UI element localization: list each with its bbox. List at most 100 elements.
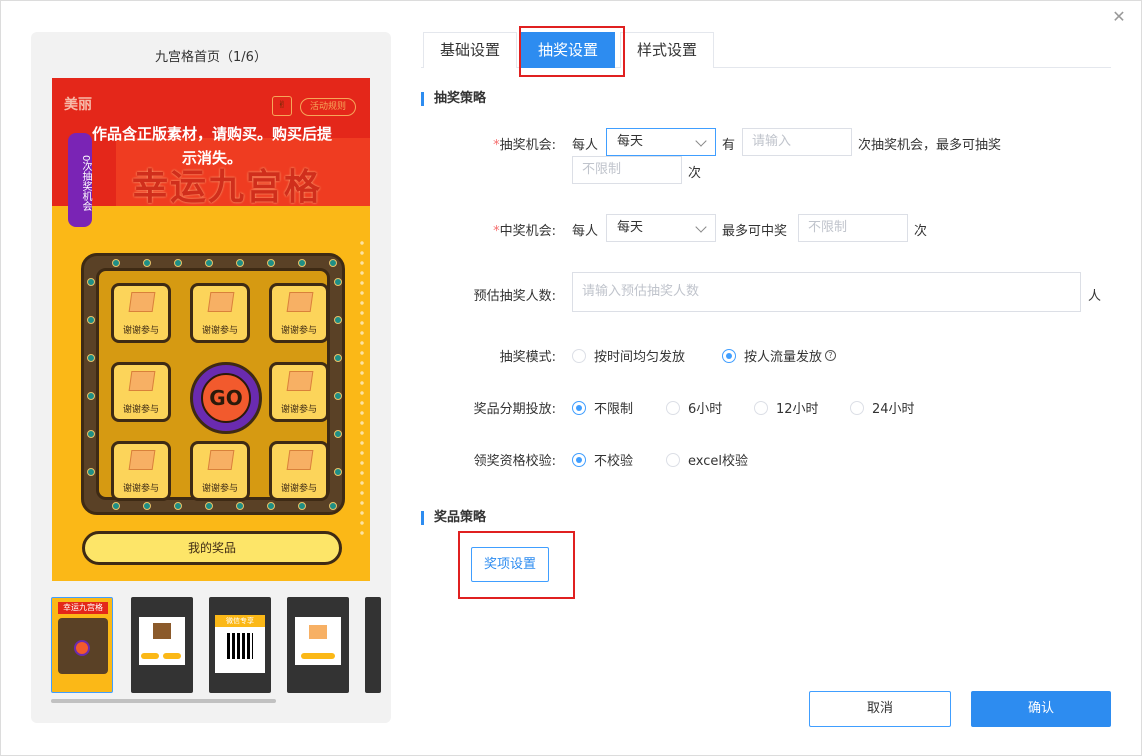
staging-option-label: 12小时 xyxy=(776,402,819,417)
prize-cell: 谢谢参与 xyxy=(111,362,171,422)
prize-cell: 谢谢参与 xyxy=(111,283,171,343)
qr-code-icon xyxy=(227,633,253,659)
estimate-input[interactable]: 请输入预估抽奖人数 xyxy=(572,272,1081,312)
mode-option-label: 按人流量发放 xyxy=(744,350,823,365)
thumbnail-5[interactable] xyxy=(365,597,381,693)
gift-box-icon xyxy=(207,292,235,312)
mode-label: 抽奖模式: xyxy=(499,350,556,365)
thumbnail-scrollbar[interactable] xyxy=(51,699,276,703)
staging-option-label: 不限制 xyxy=(594,402,634,417)
decorative-dots xyxy=(358,238,366,538)
win-label-text: 中奖机会: xyxy=(499,224,556,239)
win-max-input[interactable]: 不限制 xyxy=(798,214,908,242)
board-stud xyxy=(334,430,342,438)
radio-circle xyxy=(572,348,586,363)
board-stud xyxy=(236,502,244,510)
board-stud xyxy=(334,354,342,362)
board-stud xyxy=(87,316,95,324)
board-stud xyxy=(87,430,95,438)
board-stud xyxy=(87,468,95,476)
verify-option-none[interactable]: 不校验 xyxy=(572,450,633,469)
confirm-button[interactable]: 确认 xyxy=(971,691,1111,727)
board-stud xyxy=(334,392,342,400)
board-stud xyxy=(174,259,182,267)
verify-option-excel[interactable]: excel校验 xyxy=(666,450,748,469)
prize-cell: 谢谢参与 xyxy=(190,283,250,343)
mode-option-time[interactable]: 按时间均匀发放 xyxy=(572,346,685,365)
go-button: GO xyxy=(190,362,262,434)
board-stud xyxy=(267,259,275,267)
rules-button: 活动规则 xyxy=(300,98,356,116)
chevron-down-icon xyxy=(695,221,707,233)
board-stud xyxy=(205,502,213,510)
verify-label: 领奖资格校验: xyxy=(473,454,556,469)
gift-box-icon xyxy=(128,371,156,391)
tab-lottery-settings[interactable]: 抽奖设置 xyxy=(521,32,616,68)
page-thumbnails: 幸运九宫格 微信专享 xyxy=(51,597,381,697)
gift-box-icon xyxy=(286,292,314,312)
gift-box-icon xyxy=(286,371,314,391)
prize-cell-label: 谢谢参与 xyxy=(122,484,159,494)
thumbnail-2[interactable] xyxy=(131,597,193,693)
chevron-down-icon xyxy=(695,135,707,147)
board-stud xyxy=(143,502,151,510)
win-per: 每人 xyxy=(572,224,599,239)
tab-style-settings[interactable]: 样式设置 xyxy=(620,32,715,68)
prize-cell-label: 谢谢参与 xyxy=(280,484,317,494)
board-stud xyxy=(205,259,213,267)
prize-cell: 谢谢参与 xyxy=(190,441,250,501)
prize-cell-label: 谢谢参与 xyxy=(122,326,159,336)
radio-circle-selected xyxy=(722,348,736,363)
thumbnail-label: 微信专享 xyxy=(215,615,265,627)
radio-circle xyxy=(754,400,768,415)
chance-max-input[interactable]: 不限制 xyxy=(572,156,682,184)
close-icon[interactable]: ✕ xyxy=(1109,7,1129,27)
prize-cell-label: 谢谢参与 xyxy=(122,405,159,415)
chance-label-text: 抽奖机会: xyxy=(499,138,556,153)
chance-period-select[interactable]: 每天 xyxy=(606,128,716,156)
estimate-unit: 人 xyxy=(1088,289,1102,304)
cancel-button[interactable]: 取消 xyxy=(809,691,951,727)
chance-unit: 次 xyxy=(688,166,702,181)
staging-option-unlimited[interactable]: 不限制 xyxy=(572,398,633,417)
board-stud xyxy=(298,259,306,267)
thumbnail-label: 幸运九宫格 xyxy=(58,602,108,614)
thumbnail-3[interactable]: 微信专享 xyxy=(209,597,271,693)
gift-box-icon xyxy=(286,450,314,470)
share-icon: ✌ xyxy=(272,96,292,116)
tab-basic-settings[interactable]: 基础设置 xyxy=(423,32,518,68)
prize-settings-button[interactable]: 奖项设置 xyxy=(471,547,549,582)
board-stud xyxy=(236,259,244,267)
staging-option-12h[interactable]: 12小时 xyxy=(754,398,819,417)
mode-option-traffic[interactable]: 按人流量发放 ? xyxy=(722,346,837,365)
win-period-select[interactable]: 每天 xyxy=(606,214,716,242)
prize-cell-label: 谢谢参与 xyxy=(201,326,238,336)
help-icon[interactable]: ? xyxy=(825,350,837,361)
radio-circle xyxy=(666,452,680,467)
staging-option-24h[interactable]: 24小时 xyxy=(850,398,915,417)
staging-option-6h[interactable]: 6小时 xyxy=(666,398,722,417)
thumbnail-4[interactable] xyxy=(287,597,349,693)
board-stud xyxy=(298,502,306,510)
gift-box-icon xyxy=(309,625,327,639)
mode-option-label: 按时间均匀发放 xyxy=(594,350,686,365)
gift-box-icon xyxy=(128,450,156,470)
chance-period-value: 每天 xyxy=(617,134,644,149)
win-period-value: 每天 xyxy=(617,220,644,235)
thumbnail-1[interactable]: 幸运九宫格 xyxy=(51,597,113,693)
board-stud xyxy=(87,354,95,362)
board-stud xyxy=(267,502,275,510)
section-title-lottery-strategy: 抽奖策略 xyxy=(421,92,486,106)
board-inner: 谢谢参与 谢谢参与 谢谢参与 谢谢参与 谢谢参与 谢谢参与 谢谢参与 谢谢参与 GO xyxy=(96,268,330,501)
board-stud xyxy=(334,468,342,476)
radio-circle xyxy=(666,400,680,415)
win-label: *中奖机会: xyxy=(416,220,556,239)
preview-panel: 九宫格首页（1/6） 美丽 ✌ 活动规则 幸运九宫格 0次抽奖机会 作品含正版素… xyxy=(31,32,391,723)
gift-box-icon xyxy=(207,450,235,470)
chance-count-input[interactable]: 请输入 xyxy=(742,128,852,156)
verify-option-label: excel校验 xyxy=(688,454,748,469)
radio-circle xyxy=(850,400,864,415)
watermark-notice: 作品含正版素材，请购买。购买后提示消失。 xyxy=(92,125,333,167)
phone-preview: 美丽 ✌ 活动规则 幸运九宫格 0次抽奖机会 作品含正版素材，请购买。购买后提示… xyxy=(52,78,370,581)
preview-title: 九宫格首页（1/6） xyxy=(155,50,267,65)
